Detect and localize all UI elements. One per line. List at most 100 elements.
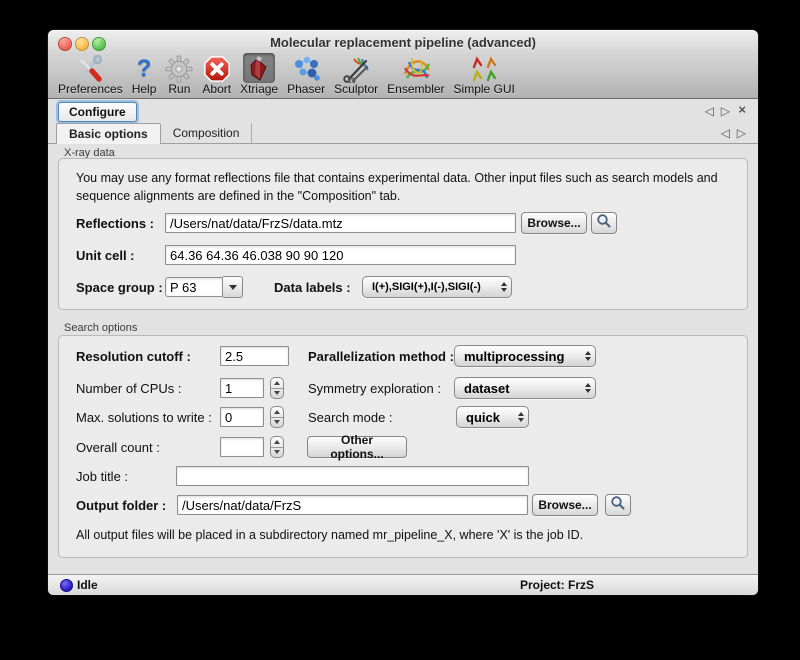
toolbar-label: Simple GUI: [454, 83, 515, 96]
search-groupbox: Resolution cutoff : Parallelization meth…: [58, 335, 748, 558]
search-mode-value: quick: [466, 410, 514, 425]
output-folder-label: Output folder :: [76, 498, 166, 513]
resolution-cutoff-input[interactable]: [220, 346, 289, 366]
tabs-row: Basic options Composition ◁ ▷: [48, 123, 758, 144]
toolbar-label: Run: [168, 83, 190, 96]
space-group-label: Space group :: [76, 280, 163, 295]
stepper-down[interactable]: [271, 448, 283, 458]
stepper-down[interactable]: [271, 389, 283, 399]
search-mode-label: Search mode :: [308, 410, 393, 425]
unit-cell-input[interactable]: [165, 245, 516, 265]
status-text: Idle: [77, 578, 98, 592]
symmetry-exploration-value: dataset: [464, 381, 581, 396]
toolbar: Preferences ? Help: [48, 56, 758, 99]
xray-description-line1: You may use any format reflections file …: [76, 169, 718, 187]
scissors-icon: [341, 55, 371, 83]
max-solutions-stepper[interactable]: [270, 406, 284, 428]
max-solutions-input[interactable]: [220, 407, 264, 427]
other-options-button[interactable]: Other options...: [307, 436, 407, 458]
toolbar-item-simple-gui[interactable]: Simple GUI: [454, 55, 515, 96]
configure-panel: X-ray data You may use any format reflec…: [48, 144, 758, 575]
space-group-input[interactable]: [165, 277, 223, 297]
output-note: All output files will be placed in a sub…: [76, 528, 583, 542]
up-down-arrows-icon: [518, 412, 524, 422]
mini-structures-icon: [469, 55, 499, 83]
toolbar-item-preferences[interactable]: Preferences: [58, 55, 123, 96]
toolbar-label: Help: [132, 83, 157, 96]
symmetry-exploration-popup[interactable]: dataset: [454, 377, 596, 399]
up-down-arrows-icon: [585, 383, 591, 393]
xray-description-line2: sequence alignments are defined in the "…: [76, 187, 400, 205]
tabs-back-icon[interactable]: ◁: [721, 126, 730, 140]
symmetry-exploration-label: Symmetry exploration :: [308, 381, 441, 396]
data-labels-value: I(+),SIGI(+),I(-),SIGI(-): [372, 281, 497, 293]
magnifier-icon: [610, 495, 626, 516]
toolbar-item-run[interactable]: Run: [165, 55, 193, 96]
nav-back-icon[interactable]: ◁: [705, 104, 714, 118]
nav-forward-icon[interactable]: ▷: [721, 104, 730, 118]
gear-icon: [165, 55, 193, 83]
app-window: Molecular replacement pipeline (advanced…: [48, 30, 758, 595]
status-dot-icon: [60, 579, 73, 592]
reflections-label: Reflections :: [76, 216, 154, 231]
toolbar-label: Xtriage: [240, 83, 278, 96]
notebook-page-row: Configure ◁ ▷ ×: [48, 100, 758, 123]
output-folder-browse-button[interactable]: Browse...: [532, 494, 598, 516]
toolbar-item-ensembler[interactable]: Ensembler: [387, 55, 444, 96]
parallelization-method-popup[interactable]: multiprocessing: [454, 345, 596, 367]
magnifier-icon: [596, 213, 612, 234]
toolbar-label: Phaser: [287, 83, 325, 96]
search-mode-popup[interactable]: quick: [456, 406, 529, 428]
max-solutions-label: Max. solutions to write :: [76, 410, 212, 425]
stepper-up[interactable]: [271, 407, 283, 418]
reflections-input[interactable]: [165, 213, 516, 233]
question-mark-icon: ?: [137, 55, 152, 83]
overall-count-stepper[interactable]: [270, 436, 284, 458]
tab-composition[interactable]: Composition: [161, 123, 253, 143]
zoom-window-button[interactable]: [92, 37, 106, 51]
reflections-preview-button[interactable]: [591, 212, 617, 234]
parallelization-method-label: Parallelization method :: [308, 349, 454, 364]
stepper-up[interactable]: [271, 437, 283, 448]
toolbar-label: Ensembler: [387, 83, 444, 96]
stepper-up[interactable]: [271, 378, 283, 389]
output-folder-preview-button[interactable]: [605, 494, 631, 516]
toolbar-item-xtriage[interactable]: Xtriage: [240, 53, 278, 96]
reflections-browse-button[interactable]: Browse...: [521, 212, 587, 234]
toolbar-item-help[interactable]: ? Help: [132, 55, 157, 96]
toolbar-label: Abort: [202, 83, 231, 96]
minimize-window-button[interactable]: [75, 37, 89, 51]
job-title-label: Job title :: [76, 469, 128, 484]
toolbar-item-abort[interactable]: Abort: [202, 55, 231, 96]
project-label: Project: FrzS: [520, 578, 594, 592]
toolbar-label: Preferences: [58, 83, 123, 96]
data-labels-label: Data labels :: [274, 280, 351, 295]
parallelization-method-value: multiprocessing: [464, 349, 581, 364]
space-group-dropdown-button[interactable]: [223, 276, 243, 298]
xray-groupbox: You may use any format reflections file …: [58, 158, 748, 310]
number-of-cpus-input[interactable]: [220, 378, 264, 398]
overall-count-input[interactable]: [220, 437, 264, 457]
close-page-icon[interactable]: ×: [738, 103, 746, 117]
tab-basic-options[interactable]: Basic options: [56, 123, 161, 144]
tabs-forward-icon[interactable]: ▷: [737, 126, 746, 140]
data-labels-popup[interactable]: I(+),SIGI(+),I(-),SIGI(-): [362, 276, 512, 298]
toolbar-item-phaser[interactable]: Phaser: [287, 55, 325, 96]
window-title: Molecular replacement pipeline (advanced…: [108, 35, 698, 50]
molecule-cluster-icon: [291, 55, 321, 83]
tab-configure[interactable]: Configure: [58, 102, 137, 122]
output-folder-input[interactable]: [177, 495, 528, 515]
up-down-arrows-icon: [501, 282, 507, 292]
number-of-cpus-stepper[interactable]: [270, 377, 284, 399]
toolbar-item-sculptor[interactable]: Sculptor: [334, 55, 378, 96]
crystal-icon: [243, 53, 275, 83]
resolution-cutoff-label: Resolution cutoff :: [76, 349, 191, 364]
close-window-button[interactable]: [58, 37, 72, 51]
ribbon-tangle-icon: [401, 55, 431, 83]
up-down-arrows-icon: [585, 351, 591, 361]
job-title-input[interactable]: [176, 466, 529, 486]
overall-count-label: Overall count :: [76, 440, 160, 455]
title-bar[interactable]: Molecular replacement pipeline (advanced…: [48, 30, 758, 56]
stepper-down[interactable]: [271, 418, 283, 428]
search-section-title: Search options: [64, 322, 137, 334]
